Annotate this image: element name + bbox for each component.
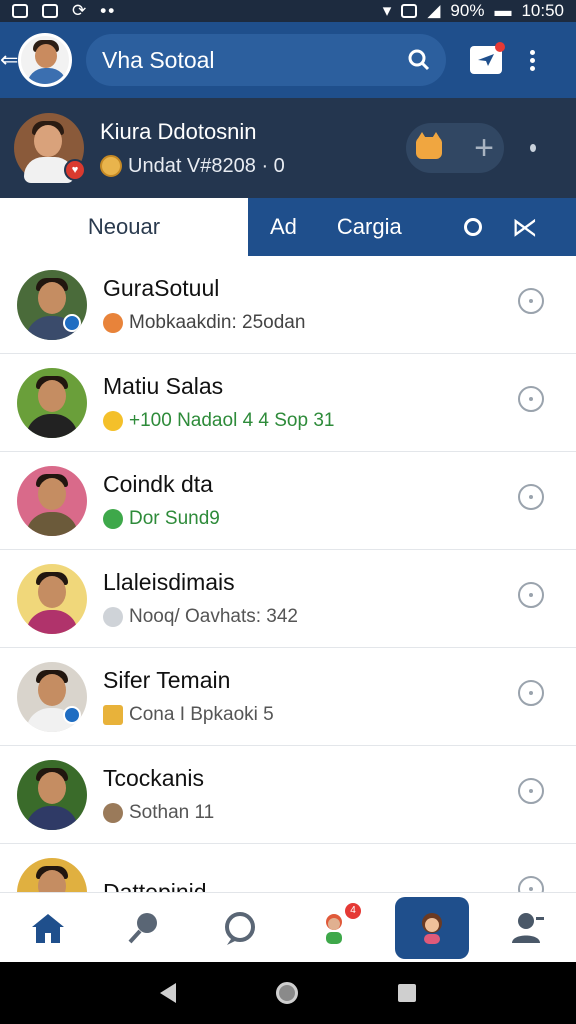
chat-list: GuraSotuul Mobkaakdin: 25odan Matiu Sala… [0,256,576,892]
nav-chats[interactable] [203,897,277,959]
add-icon[interactable]: + [474,131,494,165]
profile-girl-icon [422,912,442,944]
compose-button[interactable] [470,42,505,74]
contact-avatar[interactable] [17,269,87,340]
contact-avatar[interactable] [17,563,87,634]
status-icon [103,313,123,333]
contact-avatar[interactable] [17,465,87,536]
tab-ad[interactable]: Ad [270,214,297,240]
profile-header[interactable]: ♥ Kiura Ddotosnin Undat V#8208 · 0 + [0,98,576,198]
coin-icon [100,155,122,177]
contact-name: Matiu Salas [103,373,224,399]
profile-status-badge: ♥ [64,159,86,181]
profile-name: Kiura Ddotosnin [100,118,257,144]
smile-emoji-icon [103,411,123,431]
search-icon [128,912,157,943]
circle-icon[interactable] [463,218,482,236]
contact-avatar[interactable] [17,661,87,732]
home-button-icon[interactable] [276,982,298,1004]
status-bar: ⟳ •• ▾ ◢ 90% ▬ 10:50 [0,0,576,22]
nav-profile-active[interactable] [395,896,469,959]
contact-avatar[interactable] [17,759,87,830]
contact-avatar[interactable] [17,857,87,892]
more-notifications-icon: •• [100,1,117,20]
account-icon [512,912,544,943]
tab-neouar[interactable]: Neouar [0,198,248,256]
nav-account[interactable] [491,897,565,959]
chat-options-icon[interactable] [518,386,544,412]
contact-name: Coindk dta [103,471,213,497]
contact-name: Tcockanis [103,765,204,791]
profile-avatar[interactable]: ♥ [14,113,86,183]
face-icon [103,803,123,823]
chat-row[interactable]: Matiu Salas +100 Nadaol 4 4 Sop 31 [0,354,576,452]
tab-bar: Neouar Ad Cargia ⋉ [0,198,576,256]
chat-options-icon[interactable] [518,484,544,510]
app-bar: ⇐ Vha Sotoal [0,22,576,98]
chat-options-icon[interactable] [518,680,544,706]
chat-options-icon[interactable] [518,288,544,314]
contact-name: Sifer Temain [103,667,231,693]
coin-badge-icon [103,705,123,725]
search-icon[interactable] [408,49,430,71]
user-avatar[interactable] [18,33,72,87]
close-icon[interactable]: ⋉ [512,214,538,240]
chat-options-icon[interactable] [518,778,544,804]
search-bar[interactable]: Vha Sotoal [86,34,446,86]
chat-row[interactable]: Sifer Temain Cona I Bpkaoki 5 [0,648,576,746]
message-preview: Cona I Bpkaoki 5 [129,704,274,725]
contact-avatar[interactable] [17,367,87,438]
sync-icon: ⟳ [72,1,87,20]
app-root: ⟳ •• ▾ ◢ 90% ▬ 10:50 ⇐ Vha Sotoal ♥ Kiur… [0,0,576,1024]
battery-level: 90% [450,1,485,20]
signal-icon: ◢ [427,1,441,20]
cat-icon[interactable] [416,132,442,159]
message-preview: +100 Nadaol 4 4 Sop 31 [129,410,335,431]
contact-name: Dattepinid [103,879,207,892]
clock: 10:50 [521,1,564,20]
chat-row[interactable]: Tcockanis Sothan 11 [0,746,576,844]
chat-row[interactable]: Dattepinid [0,844,576,892]
message-preview: Nooq/ Oavhats: 342 [129,606,298,627]
wifi-icon: ▾ [382,1,392,20]
contact-name: Llaleisdimais [103,569,235,595]
recent-apps-icon[interactable] [398,984,416,1002]
message-preview: Dor Sund9 [129,508,220,529]
app-notification-icon [42,4,58,18]
profile-subtitle: Undat V#8208 · 0 [128,154,285,177]
nav-search[interactable] [107,897,181,959]
profile-actions: + [406,123,504,173]
back-arrow-icon[interactable]: ⇐ [0,22,18,98]
vibrate-icon [401,4,418,18]
overflow-menu-icon[interactable] [530,49,535,71]
message-preview: Sothan 11 [129,802,215,823]
chat-row[interactable]: GuraSotuul Mobkaakdin: 25odan [0,256,576,354]
home-icon [32,913,64,943]
chat-row[interactable]: Coindk dta Dor Sund9 [0,452,576,550]
system-navigation-bar [0,962,576,1024]
indicator-icon [530,144,536,152]
nav-home[interactable] [11,897,85,959]
notification-dot [495,42,505,52]
voice-icon [103,607,123,627]
search-bar-title: Vha Sotoal [102,46,215,73]
image-notification-icon [12,4,28,18]
compose-icon [478,54,494,66]
notification-badge: 4 [345,902,361,919]
message-preview: Mobkaakdin: 25odan [129,312,306,333]
nav-people[interactable]: 4 [299,897,373,959]
chat-options-icon[interactable] [518,582,544,608]
back-icon[interactable] [160,983,176,1003]
bottom-navigation: 4 [0,892,576,962]
battery-icon: ▬ [494,1,512,20]
chat-row[interactable]: Llaleisdimais Nooq/ Oavhats: 342 [0,550,576,648]
arrow-down-icon [103,509,123,529]
tab-cargia[interactable]: Cargia [337,214,402,240]
chat-bubble-icon [225,911,255,945]
contact-name: GuraSotuul [103,275,220,301]
